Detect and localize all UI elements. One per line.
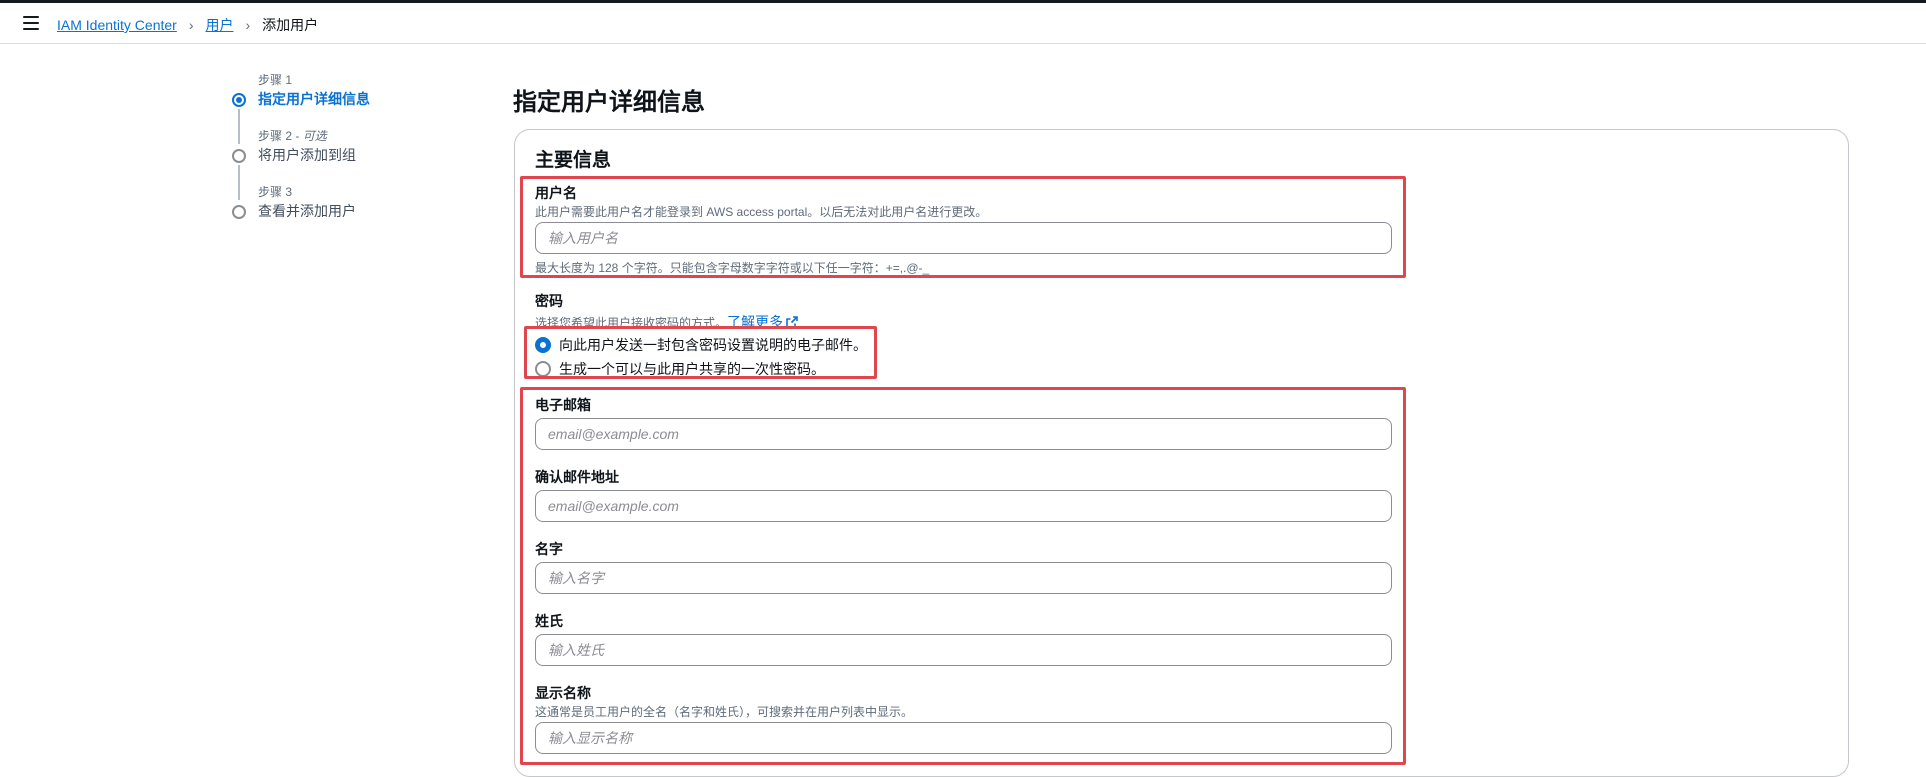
step-3-number: 步骤 3 — [258, 185, 293, 199]
step-1-number: 步骤 1 — [258, 73, 293, 87]
step-current-icon — [232, 93, 246, 107]
section-title: 主要信息 — [535, 150, 612, 171]
menu-icon[interactable] — [23, 16, 39, 30]
page-title: 指定用户详细信息 — [513, 89, 705, 116]
step-2-title: 将用户添加到组 — [258, 147, 356, 163]
step-2-number: 步骤 2 - 可选 — [258, 129, 327, 143]
step-1[interactable]: 步骤 1 指定用户详细信息 — [232, 72, 462, 144]
step-3-title: 查看并添加用户 — [258, 203, 356, 219]
email-label: 电子邮箱 — [535, 397, 591, 413]
email-input[interactable] — [535, 418, 1392, 450]
confirm-email-label: 确认邮件地址 — [535, 469, 619, 485]
first-name-label: 名字 — [535, 541, 563, 557]
breadcrumb-current: 添加用户 — [262, 17, 319, 33]
radio-one-time-password-label: 生成一个可以与此用户共享的一次性密码。 — [559, 361, 825, 377]
first-name-input[interactable] — [535, 562, 1392, 594]
breadcrumb: IAM Identity Center › 用户 › 添加用户 — [57, 15, 318, 35]
display-name-input[interactable] — [535, 722, 1392, 754]
step-2: 步骤 2 - 可选 将用户添加到组 — [232, 128, 462, 200]
external-link-icon — [786, 316, 798, 328]
breadcrumb-bar: IAM Identity Center › 用户 › 添加用户 — [0, 3, 1926, 44]
password-label: 密码 — [535, 293, 563, 309]
username-input[interactable] — [535, 222, 1392, 254]
display-name-description: 这通常是员工用户的全名（名字和姓氏），可搜索并在用户列表中显示。 — [535, 705, 914, 719]
last-name-input[interactable] — [535, 634, 1392, 666]
wizard-steps: 步骤 1 指定用户详细信息 步骤 2 - 可选 将用户添加到组 步骤 3 查看并… — [232, 72, 462, 240]
radio-one-time-password[interactable]: 生成一个可以与此用户共享的一次性密码。 — [535, 359, 825, 379]
display-name-label: 显示名称 — [535, 685, 591, 701]
last-name-label: 姓氏 — [535, 613, 563, 629]
step-2-optional: 可选 — [302, 129, 327, 143]
learn-more-link[interactable]: 了解更多 — [727, 314, 798, 330]
radio-selected-icon — [535, 337, 551, 353]
step-3: 步骤 3 查看并添加用户 — [232, 184, 462, 240]
password-description: 选择您希望此用户接收密码的方式。了解更多 — [535, 312, 798, 332]
radio-send-email-label: 向此用户发送一封包含密码设置说明的电子邮件。 — [559, 337, 867, 353]
confirm-email-input[interactable] — [535, 490, 1392, 522]
breadcrumb-users[interactable]: 用户 — [206, 15, 234, 35]
radio-unselected-icon — [535, 361, 551, 377]
username-constraint: 最大长度为 128 个字符。只能包含字母数字字符或以下任一字符：+=,.@-_ — [535, 261, 930, 275]
step-pending-icon — [232, 149, 246, 163]
radio-send-email[interactable]: 向此用户发送一封包含密码设置说明的电子邮件。 — [535, 335, 867, 355]
username-label: 用户名 — [535, 185, 577, 201]
chevron-right-icon: › — [188, 17, 194, 33]
breadcrumb-iam-identity-center[interactable]: IAM Identity Center — [57, 17, 177, 33]
chevron-right-icon: › — [245, 17, 251, 33]
step-1-title: 指定用户详细信息 — [258, 91, 370, 107]
username-description: 此用户需要此用户名才能登录到 AWS access portal。以后无法对此用… — [535, 205, 988, 219]
step-pending-icon — [232, 205, 246, 219]
